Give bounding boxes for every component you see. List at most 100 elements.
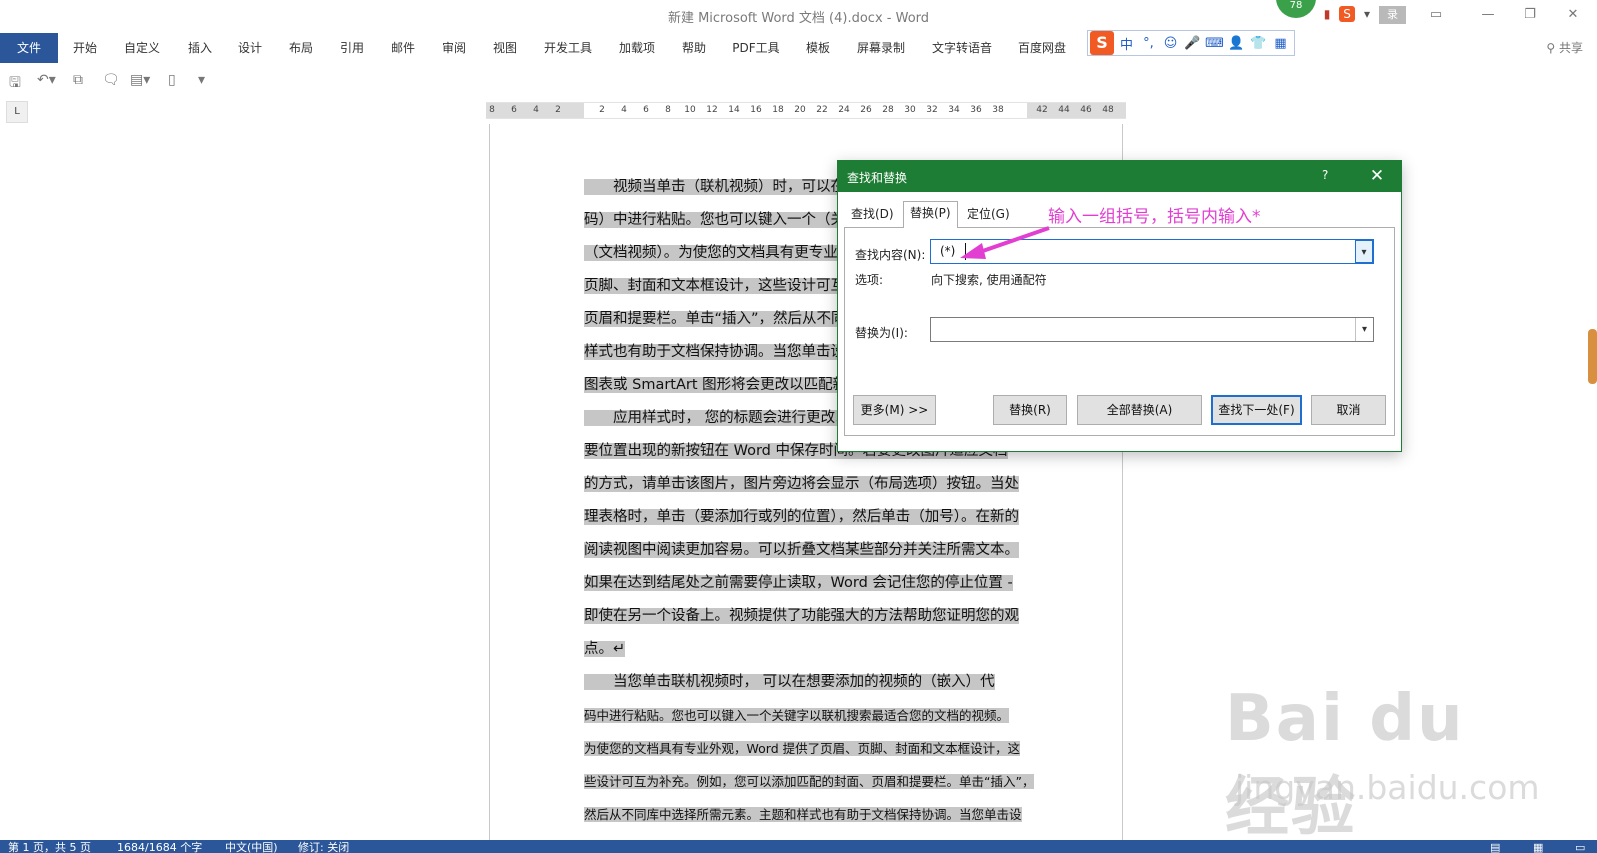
tab-screen-record[interactable]: 屏幕录制 — [851, 33, 911, 63]
tab-baidu-netdisk[interactable]: 百度网盘 — [1012, 33, 1072, 63]
document-line[interactable]: 即使在另一个设备上。视频提供了功能强大的方法帮助您证明您的观 — [584, 600, 1019, 633]
tab-pdf-tools[interactable]: PDF工具 — [727, 33, 785, 63]
ruler-tick: 4 — [533, 105, 539, 115]
status-page[interactable]: 第 1 页，共 5 页 — [8, 840, 91, 853]
tab-find[interactable]: 查找(D) — [845, 203, 900, 227]
comment-icon[interactable]: 🗨 — [102, 72, 120, 88]
tab-design[interactable]: 设计 — [228, 33, 272, 63]
dialog-close-button[interactable]: ✕ — [1362, 164, 1392, 188]
document-line[interactable]: 当您单击联机视频时， 可以在想要添加的视频的（嵌入）代 — [584, 666, 995, 699]
ruler-tick: 14 — [728, 105, 740, 115]
dropdown-icon[interactable]: ▾ — [1359, 6, 1375, 22]
ime-emoji-icon[interactable]: ☺ — [1161, 36, 1180, 51]
ime-user-icon[interactable]: 👤 — [1227, 36, 1246, 51]
document-line[interactable]: 为使您的文档具有专业外观，Word 提供了页眉、页脚、封面和文本框设计，这 — [584, 732, 1021, 765]
scrollbar-thumb[interactable] — [1588, 329, 1597, 384]
tab-custom[interactable]: 自定义 — [116, 33, 168, 63]
tab-text-to-speech[interactable]: 文字转语音 — [926, 33, 998, 63]
find-dropdown-icon[interactable]: ▾ — [1355, 240, 1373, 263]
tab-insert[interactable]: 插入 — [178, 33, 222, 63]
read-mode-icon[interactable]: ▤ — [1490, 840, 1500, 853]
tab-replace[interactable]: 替换(P) — [903, 201, 958, 228]
document-line[interactable]: 阅读视图中阅读更加容易。可以折叠文档某些部分并关注所需文本。 — [584, 534, 1019, 567]
status-track-changes[interactable]: 修订: 关闭 — [298, 840, 349, 853]
replace-dropdown-icon[interactable]: ▾ — [1355, 318, 1373, 341]
selected-text: 些设计可互为补充。例如，您可以添加匹配的封面、页眉和提要栏。单击“插入”， — [584, 774, 1035, 789]
ime-skin-icon[interactable]: 👕 — [1249, 36, 1268, 51]
ruler-tick: 44 — [1058, 105, 1070, 115]
find-next-button[interactable]: 查找下一处(F) — [1211, 395, 1302, 425]
tray-icons: ▮ S ▾ — [1319, 3, 1375, 25]
cancel-button[interactable]: 取消 — [1311, 395, 1386, 425]
ruler-tick: 42 — [1036, 105, 1048, 115]
document-line[interactable]: 码中进行粘贴。您也可以键入一个关键字以联机搜索最适合您的文档的视频。 — [584, 699, 1010, 732]
more-button[interactable]: 更多(M) >> — [853, 395, 936, 425]
tab-view[interactable]: 视图 — [483, 33, 527, 63]
replace-button[interactable]: 替换(R) — [993, 395, 1067, 425]
ribbon-display-icon[interactable]: ▭ — [1414, 4, 1458, 26]
ime-punctuation-icon[interactable]: °, — [1139, 36, 1158, 51]
tab-help[interactable]: 帮助 — [672, 33, 716, 63]
tab-mailings[interactable]: 邮件 — [381, 33, 425, 63]
document-line[interactable]: 的方式，请单击该图片，图片旁边将会显示（布局选项）按钮。当处 — [584, 468, 1019, 501]
tab-home[interactable]: 开始 — [63, 33, 107, 63]
share-button[interactable]: ⚲ 共享 — [1546, 33, 1583, 63]
tab-goto[interactable]: 定位(G) — [961, 203, 1016, 227]
ime-voice-icon[interactable]: 🎤 — [1183, 36, 1202, 51]
document-line[interactable]: 些设计可互为补充。例如，您可以添加匹配的封面、页眉和提要栏。单击“插入”， — [584, 765, 1035, 798]
ruler-tick: 10 — [684, 105, 696, 115]
tab-references[interactable]: 引用 — [330, 33, 374, 63]
ime-chinese-mode[interactable]: 中 — [1117, 34, 1136, 53]
close-window-button[interactable]: ✕ — [1551, 4, 1595, 26]
document-line[interactable]: 然后从不同库中选择所需元素。主题和样式也有助于文档保持协调。当您单击设 — [584, 798, 1022, 831]
new-doc-icon[interactable]: ▯ — [168, 72, 176, 88]
ruler-tick: 2 — [555, 105, 561, 115]
status-words[interactable]: 1684/1684 个字 — [117, 840, 202, 853]
ime-menu-icon[interactable]: ▦ — [1271, 36, 1290, 51]
format-painter-icon[interactable]: ⧉ — [73, 72, 83, 88]
selected-text: 即使在另一个设备上。视频提供了功能强大的方法帮助您证明您的观 — [584, 608, 1019, 624]
ruler-tick: 18 — [772, 105, 784, 115]
web-layout-icon[interactable]: ▭ — [1575, 840, 1585, 853]
customize-qat-icon[interactable]: ▾ — [198, 72, 205, 88]
ime-keyboard-icon[interactable]: ⌨ — [1205, 36, 1224, 51]
minimize-button[interactable]: — — [1466, 4, 1510, 26]
replace-all-button[interactable]: 全部替换(A) — [1077, 395, 1202, 425]
dialog-title-bar[interactable]: 查找和替换 ? ✕ — [838, 161, 1401, 192]
selected-text: 然后从不同库中选择所需元素。主题和样式也有助于文档保持协调。当您单击设 — [584, 807, 1022, 822]
dialog-title: 查找和替换 — [847, 171, 908, 185]
tab-review[interactable]: 审阅 — [432, 33, 476, 63]
save-icon[interactable]: 🖫 — [9, 72, 21, 96]
selected-text: 码中进行粘贴。您也可以键入一个关键字以联机搜索最适合您的文档的视频。 — [584, 708, 1010, 723]
document-line[interactable]: 点。↵ — [584, 633, 626, 666]
status-language[interactable]: 中文(中国) — [225, 840, 278, 853]
ruler-tick: 48 — [1102, 105, 1114, 115]
replace-input[interactable]: ▾ — [930, 317, 1374, 342]
undo-icon[interactable]: ↶▾ — [37, 72, 56, 88]
sogou-logo-icon[interactable]: S — [1090, 31, 1114, 55]
tab-templates[interactable]: 模板 — [800, 33, 836, 63]
restore-button[interactable]: ❐ — [1508, 4, 1552, 26]
sogou-small-icon[interactable]: S — [1339, 6, 1355, 22]
replace-label: 替换为(I): — [855, 326, 908, 340]
share-label: 共享 — [1558, 41, 1583, 55]
ruler-tick: 12 — [706, 105, 718, 115]
selected-text: 的方式，请单击该图片，图片旁边将会显示（布局选项）按钮。当处 — [584, 476, 1019, 492]
tab-developer[interactable]: 开发工具 — [538, 33, 598, 63]
login-button[interactable]: 录 — [1379, 6, 1406, 24]
tab-file[interactable]: 文件 — [0, 33, 58, 63]
doc-icon[interactable]: ▮ — [1319, 6, 1335, 22]
print-layout-icon[interactable]: ▦ — [1533, 840, 1543, 853]
layout-icon[interactable]: ▤▾ — [130, 72, 150, 88]
watermark-brand: Bai du 经验 — [1225, 682, 1465, 845]
tab-addins[interactable]: 加载项 — [612, 33, 662, 63]
selected-text: 点。↵ — [584, 641, 626, 657]
ruler-tick: 30 — [904, 105, 916, 115]
tab-stop-selector[interactable]: L — [6, 101, 28, 123]
horizontal-ruler[interactable]: 8 6 4 2 2 4 6 8 10 12 14 16 18 20 22 24 26 28 30 32 34 36 38 42… — [486, 102, 1126, 119]
watermark-url: jingyan.baidu.com — [1235, 768, 1540, 807]
document-line[interactable]: 如果在达到结尾处之前需要停止读取，Word 会记住您的停止位置 - — [584, 567, 1013, 600]
document-line[interactable]: 理表格时，单击（要添加行或列的位置），然后单击（加号）。在新的 — [584, 501, 1019, 534]
tab-layout[interactable]: 布局 — [279, 33, 323, 63]
help-button[interactable]: ? — [1322, 168, 1328, 182]
